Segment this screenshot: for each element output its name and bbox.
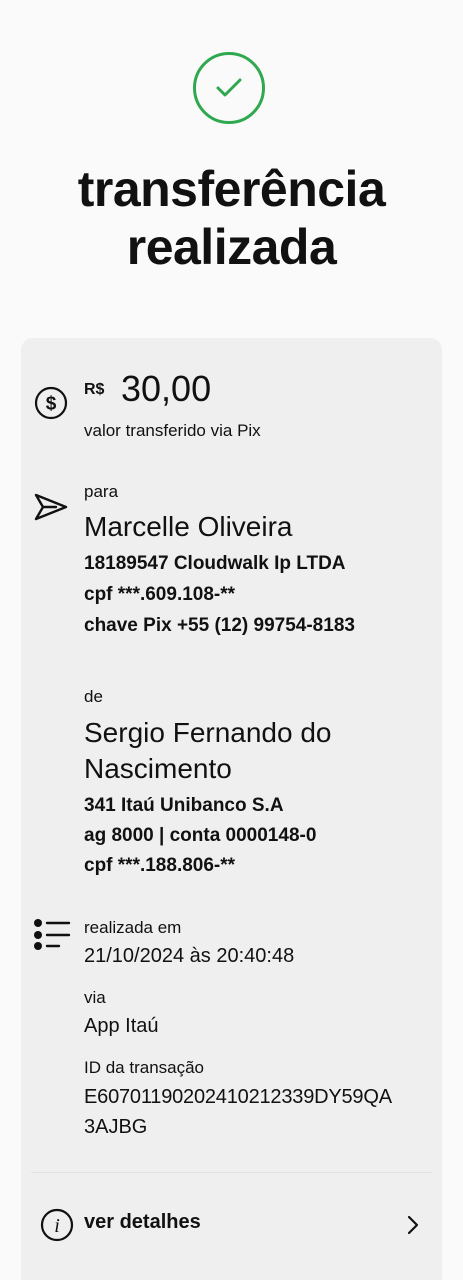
send-icon [34,492,68,522]
via-value: App Itaú [84,1015,159,1037]
divider [31,1172,432,1173]
recipient-name: Marcelle Oliveira [84,511,293,542]
transaction-id-line-2: 3AJBG [84,1116,148,1138]
chevron-right-icon [407,1215,419,1235]
success-check-icon [193,52,265,124]
amount-value: 30,00 [121,368,212,409]
transaction-id-line-1: E60701190202410212339DY59QA [84,1086,392,1108]
receipt-card: $ R$ 30,00 valor transferido via Pix par… [21,338,442,1280]
via-label: via [84,988,106,1007]
date-value: 21/10/2024 às 20:40:48 [84,945,295,967]
view-details-button[interactable]: i ver detalhes [21,1190,442,1260]
recipient-pix-key: chave Pix +55 (12) 99754-8183 [84,615,355,636]
currency-symbol: R$ [84,381,105,398]
recipient-cpf: cpf ***.609.108-** [84,584,236,605]
info-icon: i [40,1208,74,1242]
sender-account: ag 8000 | conta 0000148-0 [84,825,317,846]
sender-bank: 341 Itaú Unibanco S.A [84,795,284,816]
sender-label: de [84,687,103,706]
recipient-institution: 18189547 Cloudwalk Ip LTDA [84,553,346,574]
sender-cpf: cpf ***.188.806-** [84,855,236,876]
sender-name-line-2: Nascimento [84,753,232,784]
svg-text:$: $ [46,394,57,415]
transaction-id-label: ID da transação [84,1058,205,1077]
title-line-1: transferência [77,161,386,217]
page-title: transferência realizada [0,160,463,276]
title-line-2: realizada [126,219,337,275]
sender-name-line-1: Sergio Fernando do [84,717,332,748]
svg-text:i: i [54,1215,60,1237]
view-details-label: ver detalhes [84,1211,201,1233]
dollar-circle-icon: $ [34,386,68,420]
list-icon [33,918,71,952]
amount-caption: valor transferido via Pix [84,421,261,440]
date-label: realizada em [84,918,182,937]
recipient-label: para [84,482,119,501]
